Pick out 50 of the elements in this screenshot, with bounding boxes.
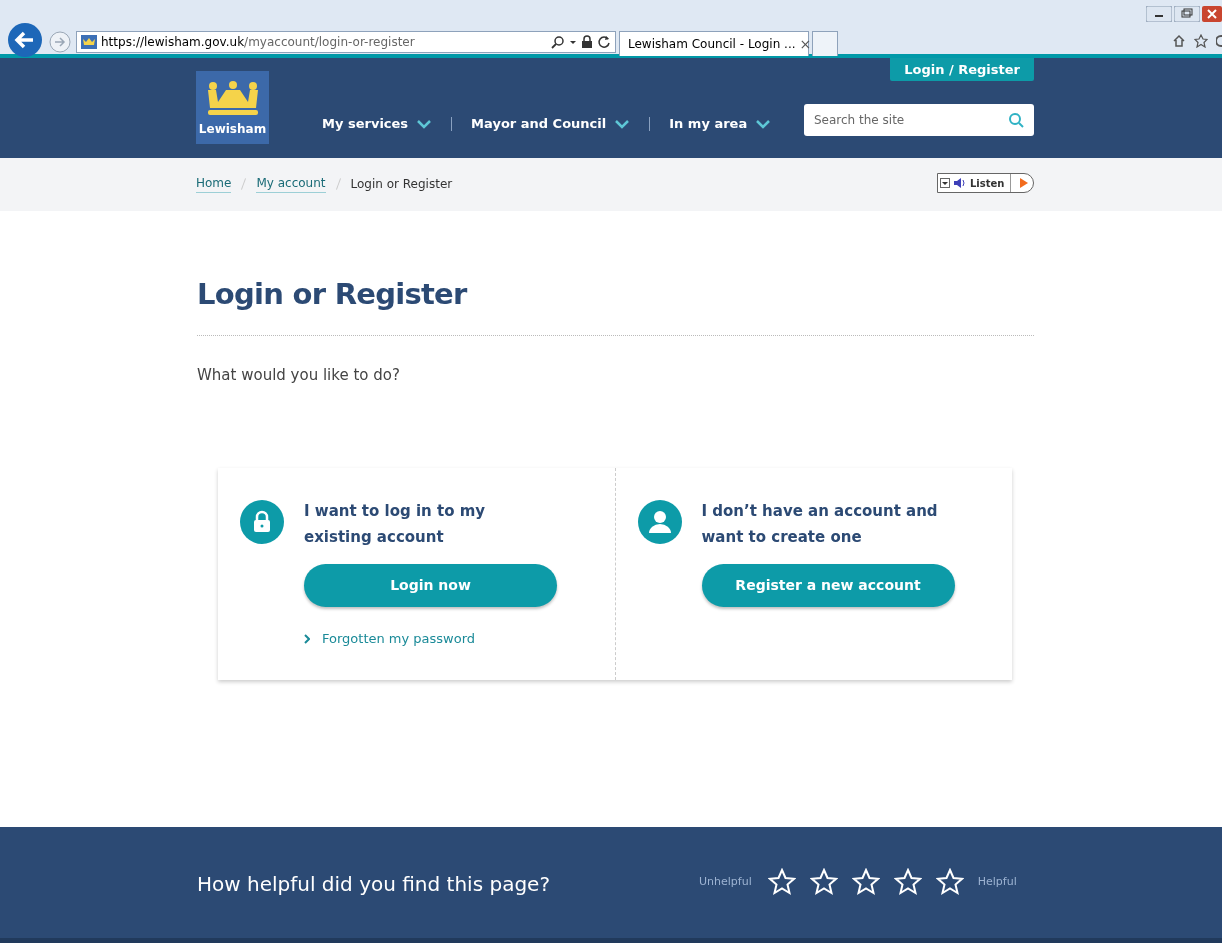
chevron-right-icon — [304, 633, 310, 644]
settings-icon[interactable] — [1216, 34, 1222, 48]
nav-menu-button[interactable]: In my area — [669, 114, 772, 134]
star-icon[interactable] — [767, 868, 796, 896]
feedback-question: How helpful did you find this page? — [197, 871, 550, 898]
speaker-icon — [953, 177, 967, 189]
option-heading: I don’t have an account and want to create one — [701, 501, 939, 548]
chevron-down-icon — [755, 118, 772, 129]
site-icon — [81, 35, 97, 49]
star-icon[interactable] — [893, 868, 922, 896]
nav-menu-button[interactable]: Mayor and Council — [471, 114, 631, 134]
rating-label: Helpful — [977, 873, 1017, 890]
home-icon[interactable] — [1172, 34, 1186, 48]
search-icon[interactable] — [551, 35, 565, 49]
option-button[interactable]: Login now — [304, 564, 557, 607]
close-button[interactable] — [1202, 6, 1222, 22]
rating-label: Unhelpful — [699, 873, 752, 890]
restore-button[interactable] — [1174, 6, 1200, 22]
lock-icon[interactable] — [581, 35, 593, 49]
option-button[interactable]: Register a new account — [701, 564, 955, 607]
option-heading: I want to log in to my existing account — [304, 501, 487, 548]
forgotten-password-link[interactable]: Forgotten my password — [304, 629, 557, 649]
star-icon[interactable] — [851, 868, 880, 896]
url-text: https://lewisham.gov.uk/myaccount/login-or-register — [101, 34, 415, 51]
breadcrumb-current: Login or Register — [350, 175, 453, 193]
logo-text: Lewisham — [198, 121, 267, 138]
search-field[interactable]: Search the site — [804, 104, 1034, 136]
tab-title: Lewisham Council - Login ... — [628, 36, 796, 53]
play-icon — [1020, 178, 1029, 188]
breadcrumb-link[interactable]: My account — [256, 174, 326, 193]
person-icon — [637, 500, 682, 544]
intro-text: What would you like to do? — [197, 364, 401, 386]
star-icon[interactable] — [935, 868, 964, 896]
address-bar[interactable]: https://lewisham.gov.uk/myaccount/login-or-register — [76, 31, 616, 53]
padlock-icon — [240, 500, 284, 544]
login-register-button[interactable]: Login / Register — [890, 58, 1034, 81]
back-button[interactable] — [7, 22, 43, 58]
chevron-down-icon — [614, 118, 631, 129]
refresh-icon[interactable] — [597, 35, 611, 49]
favorites-icon[interactable] — [1194, 34, 1208, 48]
star-icon[interactable] — [809, 868, 838, 896]
minimize-button[interactable] — [1146, 6, 1172, 22]
star-rating[interactable]: Unhelpful Helpful — [699, 868, 1017, 896]
listen-button[interactable]: Listen — [937, 173, 1034, 193]
dropdown-icon — [940, 178, 950, 188]
council-logo[interactable]: Lewisham — [196, 71, 269, 144]
chevron-down-icon — [416, 118, 433, 129]
page-title: Login or Register — [197, 211, 1034, 336]
breadcrumb-link[interactable]: Home — [196, 174, 232, 193]
nav-menu-button[interactable]: My services — [322, 114, 433, 134]
